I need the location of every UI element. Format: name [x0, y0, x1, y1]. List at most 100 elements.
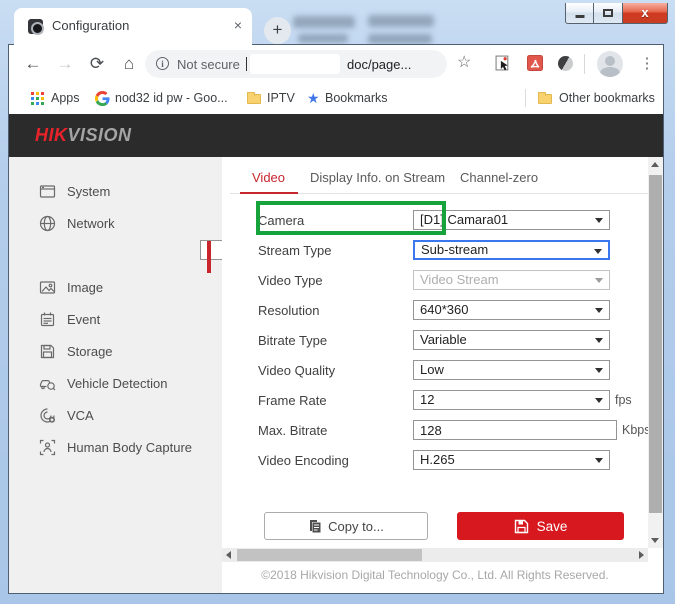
browser-extension-icon[interactable] — [558, 56, 573, 71]
video-quality-label: Video Quality — [258, 363, 335, 378]
tab-close-icon[interactable]: × — [234, 17, 242, 33]
horizontal-scrollbar[interactable] — [222, 548, 648, 562]
close-window-button[interactable]: x — [622, 3, 668, 24]
text-caret — [246, 57, 247, 71]
blurred-background-text — [298, 34, 348, 43]
minimize-icon — [575, 15, 584, 18]
forward-icon[interactable]: → — [53, 52, 77, 76]
minimize-button[interactable] — [565, 3, 594, 24]
desktop: x Configuration × + ← → ⟳ ⌂ i Not secure… — [0, 0, 675, 604]
network-icon — [39, 215, 56, 232]
stream-type-label: Stream Type — [258, 243, 331, 258]
security-label: Not secure — [177, 57, 240, 72]
window-controls: x — [565, 3, 668, 24]
browser-window: ← → ⟳ ⌂ i Not secure doc/page... ☆ — [8, 44, 664, 594]
resolution-select[interactable]: 640*360 — [413, 300, 610, 320]
system-icon — [39, 183, 56, 200]
max-bitrate-label: Max. Bitrate — [258, 423, 327, 438]
reload-icon[interactable]: ⟳ — [85, 52, 109, 76]
save-icon — [514, 519, 529, 534]
camera-favicon-icon — [28, 19, 43, 34]
scroll-up-icon[interactable] — [651, 162, 659, 167]
video-encoding-label: Video Encoding — [258, 453, 349, 468]
video-quality-select[interactable]: Low — [413, 360, 610, 380]
browser-menu-icon[interactable]: ⋮ — [637, 52, 657, 76]
page-body: System Network — [9, 157, 663, 593]
bookmark-folder-iptv[interactable]: IPTV — [267, 91, 295, 105]
folder-icon — [538, 94, 552, 104]
star-icon: ★ — [307, 90, 320, 107]
sidebar-item-system[interactable]: System — [9, 176, 222, 208]
redacted-url-area — [250, 54, 340, 74]
stream-type-select[interactable]: Sub-stream — [413, 240, 610, 260]
max-bitrate-input[interactable] — [413, 420, 617, 440]
other-bookmarks[interactable]: Other bookmarks — [559, 91, 655, 105]
frame-rate-select[interactable]: 12 — [413, 390, 610, 410]
screenshot-extension-icon[interactable] — [495, 55, 511, 71]
tab-channel-zero[interactable]: Channel-zero — [460, 170, 538, 185]
fps-unit: fps — [615, 393, 632, 407]
blurred-background-text — [368, 15, 434, 27]
browser-toolbar: ← → ⟳ ⌂ i Not secure doc/page... ☆ — [9, 45, 663, 83]
url-text: doc/page... — [347, 57, 411, 72]
bitrate-type-select[interactable]: Variable — [413, 330, 610, 350]
sidebar: System Network — [9, 157, 222, 593]
bookmark-item[interactable]: Bookmarks — [325, 91, 388, 105]
save-button[interactable]: Save — [457, 512, 624, 540]
apps-grid-icon[interactable] — [31, 92, 44, 105]
video-type-select: Video Stream — [413, 270, 610, 290]
address-bar[interactable]: i Not secure doc/page... — [145, 50, 447, 78]
tab-display-info-on-stream[interactable]: Display Info. on Stream — [310, 170, 445, 185]
scroll-left-icon[interactable] — [226, 551, 231, 559]
copyright-footer: ©2018 Hikvision Digital Technology Co., … — [222, 568, 648, 582]
bookmarks-divider — [525, 89, 526, 107]
bitrate-type-label: Bitrate Type — [258, 333, 327, 348]
video-settings-panel: Video Display Info. on Stream Channel-ze… — [222, 157, 648, 593]
pdf-extension-icon[interactable] — [527, 55, 543, 71]
bookmark-star-icon[interactable]: ☆ — [457, 52, 471, 72]
storage-icon — [39, 343, 56, 360]
copy-icon — [308, 519, 322, 533]
scroll-down-icon[interactable] — [651, 538, 659, 543]
event-icon — [39, 311, 56, 328]
bookmarks-bar: Apps nod32 id pw - Goo... IPTV ★ Bookmar… — [9, 83, 663, 114]
sidebar-item-vca[interactable]: VCA — [9, 400, 222, 432]
image-icon — [39, 279, 56, 296]
annotation-highlight-box — [256, 201, 446, 235]
maximize-button[interactable] — [594, 3, 622, 24]
hikvision-logo: HIKVISION — [35, 125, 132, 146]
vertical-scroll-thumb[interactable] — [649, 175, 662, 513]
blurred-background-text — [368, 34, 432, 44]
sidebar-item-storage[interactable]: Storage — [9, 336, 222, 368]
browser-tab[interactable]: Configuration × — [14, 8, 252, 45]
sidebar-item-vehicle-detection[interactable]: Vehicle Detection — [9, 368, 222, 400]
sidebar-item-network[interactable]: Network — [9, 208, 222, 240]
copy-to-button[interactable]: Copy to... — [264, 512, 428, 540]
tab-video[interactable]: Video — [252, 170, 285, 185]
info-icon[interactable]: i — [156, 57, 169, 70]
profile-avatar[interactable] — [597, 51, 623, 77]
resolution-label: Resolution — [258, 303, 319, 318]
hikvision-header: HIKVISION — [9, 114, 663, 157]
vca-icon — [39, 407, 56, 424]
new-tab-button[interactable]: + — [264, 17, 291, 44]
kbps-unit: Kbps — [622, 423, 651, 437]
horizontal-scroll-thumb[interactable] — [237, 549, 422, 561]
sidebar-item-image[interactable]: Image — [9, 272, 222, 304]
vertical-scrollbar[interactable] — [648, 157, 663, 548]
home-icon[interactable]: ⌂ — [117, 52, 141, 76]
scroll-right-icon[interactable] — [639, 551, 644, 559]
video-encoding-select[interactable]: H.265 — [413, 450, 610, 470]
sidebar-item-human-body-capture[interactable]: Human Body Capture — [9, 432, 222, 464]
bookmark-item[interactable]: nod32 id pw - Goo... — [115, 91, 228, 105]
human-body-capture-icon — [39, 439, 56, 456]
back-icon[interactable]: ← — [21, 52, 45, 76]
folder-icon — [247, 94, 261, 104]
tab-title: Configuration — [52, 18, 129, 33]
toolbar-divider — [584, 54, 585, 74]
blurred-background-text — [293, 16, 355, 28]
vehicle-detection-icon — [39, 375, 56, 392]
apps-shortcut[interactable]: Apps — [51, 91, 80, 105]
sidebar-item-event[interactable]: Event — [9, 304, 222, 336]
video-type-label: Video Type — [258, 273, 323, 288]
